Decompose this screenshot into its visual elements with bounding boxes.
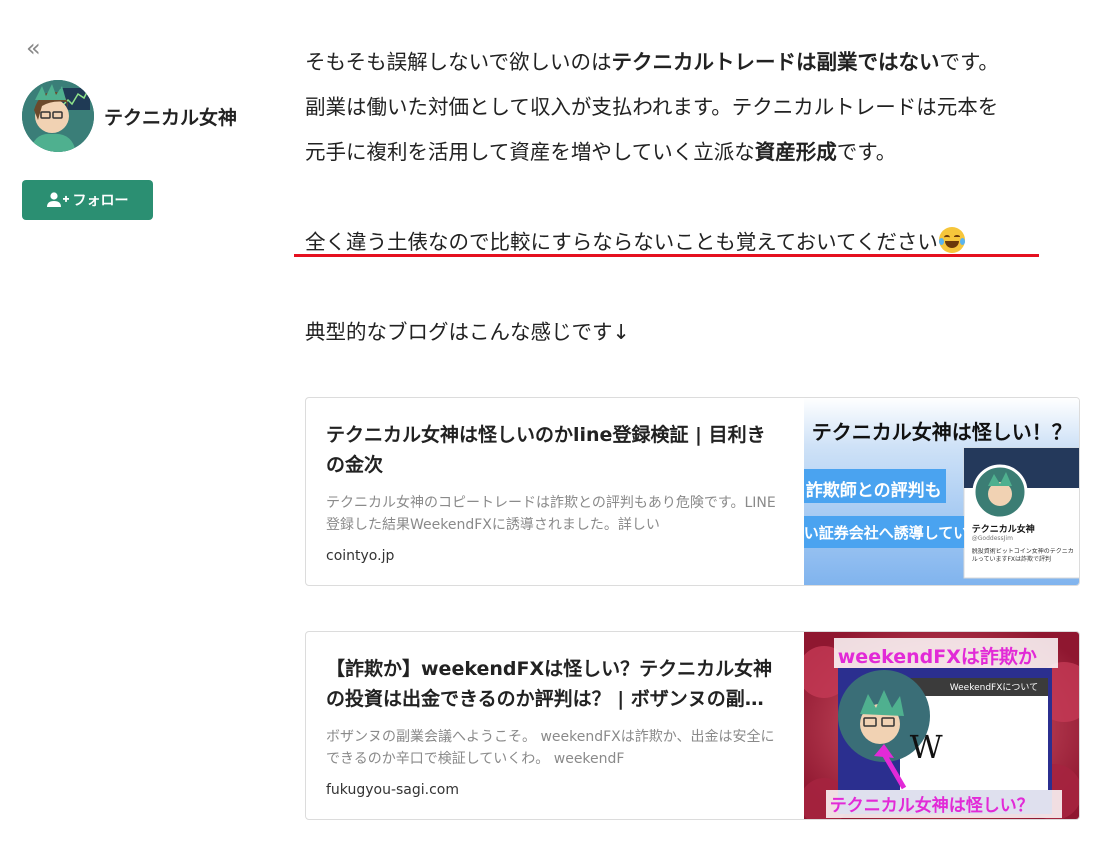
card-title[interactable]: テクニカル女神は怪しいのかline登録検証 | 目利きの金次 [326, 420, 784, 480]
card-thumbnail[interactable]: weekendFXは詐欺か WeekendFXについて W テクニカル女神は怪し… [803, 632, 1079, 819]
card-description: ボザンヌの副業会議へようこそ。 weekendFXは詐欺か、出金は安全にできるの… [326, 729, 775, 767]
thumbnail-headline: テクニカル女神は怪しい！？ [811, 420, 1072, 444]
thumbnail-badge: い証券会社へ誘導している [803, 524, 984, 542]
link-card-1[interactable]: テクニカル女神は怪しいのかline登録検証 | 目利きの金次 テクニカル女神のコ… [305, 397, 1080, 586]
card-domain: fukugyou-sagi.com [326, 782, 460, 798]
creator-name[interactable]: テクニカル女神 [104, 103, 237, 130]
thumbnail-footer: テクニカル女神は怪しい？ [829, 796, 1034, 816]
paragraph-1: そもそも誤解しないで欲しいのはテクニカルトレードは副業ではないです。 副業は働い… [305, 40, 1075, 175]
follow-button-label: フォロー [72, 193, 129, 209]
thumbnail-panel-title: WeekendFXについて [949, 683, 1039, 693]
follow-button[interactable]: フォロー [22, 180, 153, 220]
bold-text: テクニカルトレードは副業ではない [611, 50, 940, 74]
text: そもそも誤解しないで欲しいのは [305, 50, 612, 74]
text: です。 [836, 140, 897, 164]
red-underline [294, 254, 1039, 257]
add-user-icon [46, 192, 69, 207]
text: 元手に複利を活用して資産を増やしていく立派な [305, 140, 755, 164]
thumbnail-profile-handle: @GoddessJim [971, 535, 1013, 542]
thumbnail-badge: 詐欺師との評判も [805, 481, 942, 501]
text: 典型的なブログはこんな感じです↓ [305, 320, 630, 344]
text: 副業は働いた対価として収入が支払われます。テクニカルトレードは元本を [305, 95, 999, 119]
tears-of-joy-emoji-icon [938, 227, 965, 253]
article-body: そもそも誤解しないで欲しいのはテクニカルトレードは副業ではないです。 副業は働い… [305, 40, 1075, 355]
text: です。 [939, 50, 999, 74]
link-card-2[interactable]: 【詐欺か】weekendFXは怪しい？テクニカル女神の投資は出金できるのか評判は… [305, 631, 1080, 820]
collapse-sidebar-button[interactable]: « [26, 36, 41, 60]
underlined-text: 全く違う土俵なので比較にすらならないことも覚えておいてください [305, 230, 938, 254]
paragraph-3: 典型的なブログはこんな感じです↓ [305, 310, 1075, 355]
thumbnail-panel-letter: W [909, 728, 943, 766]
thumbnail-profile-name: テクニカル女神 [971, 525, 1035, 535]
card-domain: cointyo.jp [326, 548, 395, 564]
bold-text: 資産形成 [754, 140, 837, 164]
card-description: テクニカル女神のコピートレードは詐欺との評判もあり危険です。LINE登録した結果… [326, 495, 776, 533]
card-thumbnail[interactable]: テクニカル女神は怪しい！？ 詐欺師との評判も い証券会社へ誘導している テクニカ… [803, 398, 1079, 585]
avatar[interactable] [22, 80, 94, 152]
thumbnail-headline: weekendFXは詐欺か [837, 646, 1037, 668]
card-title[interactable]: 【詐欺か】weekendFXは怪しい？テクニカル女神の投資は出金できるのか評判は… [326, 654, 784, 714]
thumbnail-profile-bio: 脱投資術ビットコイン女神のテクニカルっていますFXは詐欺で評判 [971, 548, 1074, 563]
paragraph-2: 全く違う土俵なので比較にすらならないことも覚えておいてください [305, 220, 1075, 265]
